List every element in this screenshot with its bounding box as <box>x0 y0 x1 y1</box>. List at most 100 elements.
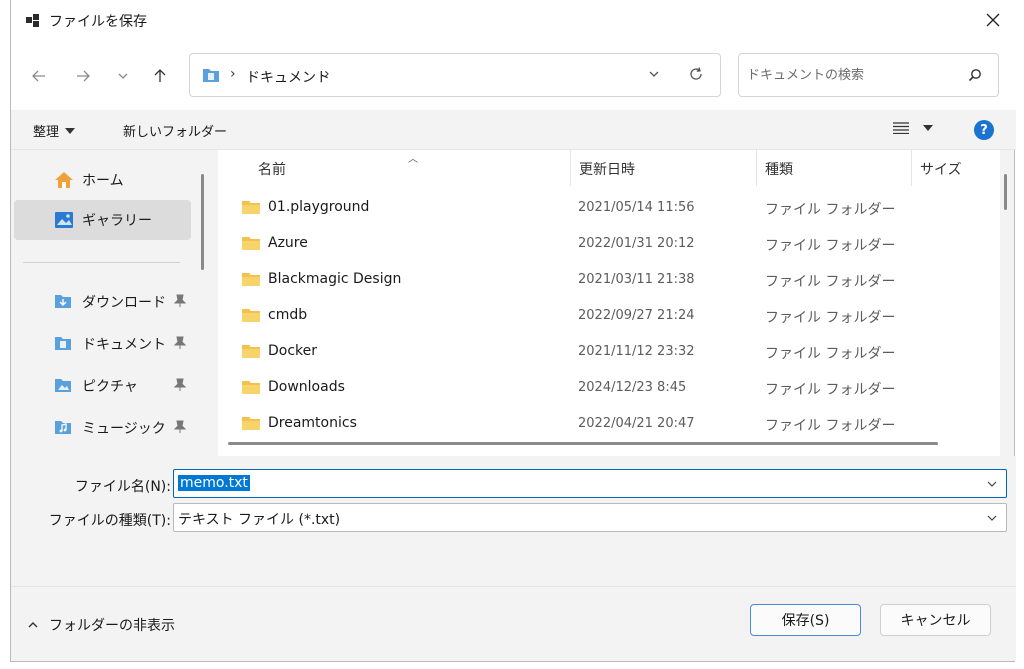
search-box[interactable] <box>738 53 999 97</box>
breadcrumb-separator[interactable]: › <box>324 66 330 82</box>
pin-icon[interactable] <box>173 378 187 396</box>
save-dialog: ファイルを保存 › ドキュメント › ドキュメントの検索 整理 新しいフォルダー… <box>10 0 1016 662</box>
sidebar-item-label: ドキュメント <box>82 337 166 353</box>
command-bar: 整理 新しいフォルダー ? <box>11 110 1016 150</box>
sidebar-item-music[interactable]: ミュージック <box>14 408 191 448</box>
table-row[interactable]: Azure 2022/01/31 20:12 ファイル フォルダー <box>218 226 1000 262</box>
save-options: ファイル名(N): memo.txt ファイルの種類(T): テキスト ファイル… <box>11 456 1016 586</box>
address-bar[interactable]: › ドキュメント › <box>189 53 721 97</box>
file-date: 2021/05/14 11:56 <box>578 200 695 215</box>
chevron-down-icon <box>649 71 659 77</box>
caret-down-icon <box>923 125 933 131</box>
column-divider[interactable] <box>570 150 571 186</box>
file-date: 2022/04/21 20:47 <box>578 416 695 431</box>
sidebar-item-label: ダウンロード <box>82 295 166 311</box>
dialog-footer: フォルダーの非表示 保存(S) キャンセル <box>11 586 1016 661</box>
app-icon <box>25 12 41 28</box>
table-row[interactable]: 01.playground 2021/05/14 11:56 ファイル フォルダ… <box>218 190 1000 226</box>
search-icon[interactable] <box>968 68 982 86</box>
back-arrow-icon <box>32 70 45 82</box>
file-type: ファイル フォルダー <box>765 382 896 398</box>
refresh-button[interactable] <box>688 66 704 86</box>
sidebar-item-downloads[interactable]: ダウンロード <box>14 282 191 322</box>
up-button[interactable] <box>148 64 172 88</box>
file-name: Downloads <box>268 379 345 395</box>
breadcrumb-separator[interactable]: › <box>230 66 236 82</box>
close-icon <box>986 13 1000 27</box>
sidebar-scrollbar[interactable] <box>201 174 204 270</box>
table-row[interactable]: cmdb 2022/09/27 21:24 ファイル フォルダー <box>218 298 1000 334</box>
breadcrumb-documents[interactable]: ドキュメント <box>246 67 330 87</box>
column-divider[interactable] <box>911 150 912 186</box>
file-type: ファイル フォルダー <box>765 238 896 254</box>
documents-folder-icon <box>202 67 220 87</box>
file-type: ファイル フォルダー <box>765 418 896 434</box>
column-divider[interactable] <box>756 150 757 186</box>
close-button[interactable] <box>970 0 1016 40</box>
chevron-down-icon[interactable] <box>986 478 998 494</box>
file-type: ファイル フォルダー <box>765 310 896 326</box>
file-type: ファイル フォルダー <box>765 202 896 218</box>
new-folder-button[interactable]: 新しいフォルダー <box>123 121 227 140</box>
hide-folders-toggle[interactable]: フォルダーの非表示 <box>27 615 175 635</box>
save-button[interactable]: 保存(S) <box>750 604 861 636</box>
file-date: 2021/03/11 21:38 <box>578 272 695 287</box>
file-date: 2022/09/27 21:24 <box>578 308 695 323</box>
refresh-icon <box>690 67 702 80</box>
column-header-date[interactable]: 更新日時 <box>579 159 635 179</box>
file-date: 2021/11/12 23:32 <box>578 344 695 359</box>
filetype-select[interactable]: テキスト ファイル (*.txt) <box>173 503 1007 532</box>
folder-icon <box>241 235 261 255</box>
file-type: ファイル フォルダー <box>765 346 896 362</box>
file-list-pane: ︿ 名前 更新日時 種類 サイズ 01.playground 2021/05/1… <box>218 150 1007 456</box>
pin-icon[interactable] <box>173 420 187 438</box>
file-type: ファイル フォルダー <box>765 274 896 290</box>
filename-field[interactable]: memo.txt <box>173 469 1007 498</box>
column-header-name[interactable]: 名前 <box>258 159 286 179</box>
sidebar-item-gallery[interactable]: ギャラリー <box>14 200 191 240</box>
horizontal-scrollbar[interactable] <box>228 442 938 445</box>
sidebar-item-documents[interactable]: ドキュメント <box>14 324 191 364</box>
sidebar-item-pictures[interactable]: ピクチャ <box>14 366 191 406</box>
recent-locations-button[interactable] <box>111 64 135 88</box>
forward-button[interactable] <box>71 64 95 88</box>
vertical-scrollbar[interactable] <box>1004 174 1007 210</box>
table-row[interactable]: Blackmagic Design 2021/03/11 21:38 ファイル … <box>218 262 1000 298</box>
pin-icon[interactable] <box>173 336 187 354</box>
filetype-value: テキスト ファイル (*.txt) <box>178 512 341 528</box>
filetype-label: ファイルの種類(T): <box>48 513 171 529</box>
folder-icon <box>241 307 261 327</box>
chevron-down-icon[interactable] <box>986 512 998 528</box>
column-header-type[interactable]: 種類 <box>765 159 793 179</box>
home-icon <box>54 171 74 193</box>
address-dropdown-button[interactable] <box>648 68 660 84</box>
sidebar-item-home[interactable]: ホーム <box>14 160 191 200</box>
music-folder-icon <box>54 419 72 439</box>
view-options-button[interactable] <box>893 122 933 134</box>
up-arrow-icon <box>154 69 166 82</box>
organize-label: 整理 <box>33 125 60 140</box>
pin-icon[interactable] <box>173 294 187 312</box>
search-input[interactable] <box>747 65 957 85</box>
forward-arrow-icon <box>77 70 90 82</box>
organize-button[interactable]: 整理 <box>33 121 76 140</box>
table-row[interactable]: Docker 2021/11/12 23:32 ファイル フォルダー <box>218 334 1000 370</box>
back-button[interactable] <box>27 64 51 88</box>
dialog-title: ファイルを保存 <box>49 14 147 30</box>
help-button[interactable]: ? <box>974 120 994 140</box>
folder-icon <box>241 199 261 219</box>
filename-label: ファイル名(N): <box>74 479 171 495</box>
downloads-folder-icon <box>54 293 72 313</box>
navigation-bar: › ドキュメント › <box>11 40 1016 110</box>
cancel-button[interactable]: キャンセル <box>880 604 991 636</box>
filename-value[interactable]: memo.txt <box>178 475 250 491</box>
title-bar: ファイルを保存 <box>11 0 1016 40</box>
file-name: Blackmagic Design <box>268 271 402 287</box>
table-row[interactable]: Dreamtonics 2022/04/21 20:47 ファイル フォルダー <box>218 406 1000 442</box>
file-date: 2022/01/31 20:12 <box>578 236 695 251</box>
column-header-size[interactable]: サイズ <box>920 159 962 179</box>
table-row[interactable]: Downloads 2024/12/23 8:45 ファイル フォルダー <box>218 370 1000 406</box>
file-date: 2024/12/23 8:45 <box>578 380 687 395</box>
sidebar-item-label: ホーム <box>82 173 124 189</box>
sidebar-divider <box>23 262 180 263</box>
